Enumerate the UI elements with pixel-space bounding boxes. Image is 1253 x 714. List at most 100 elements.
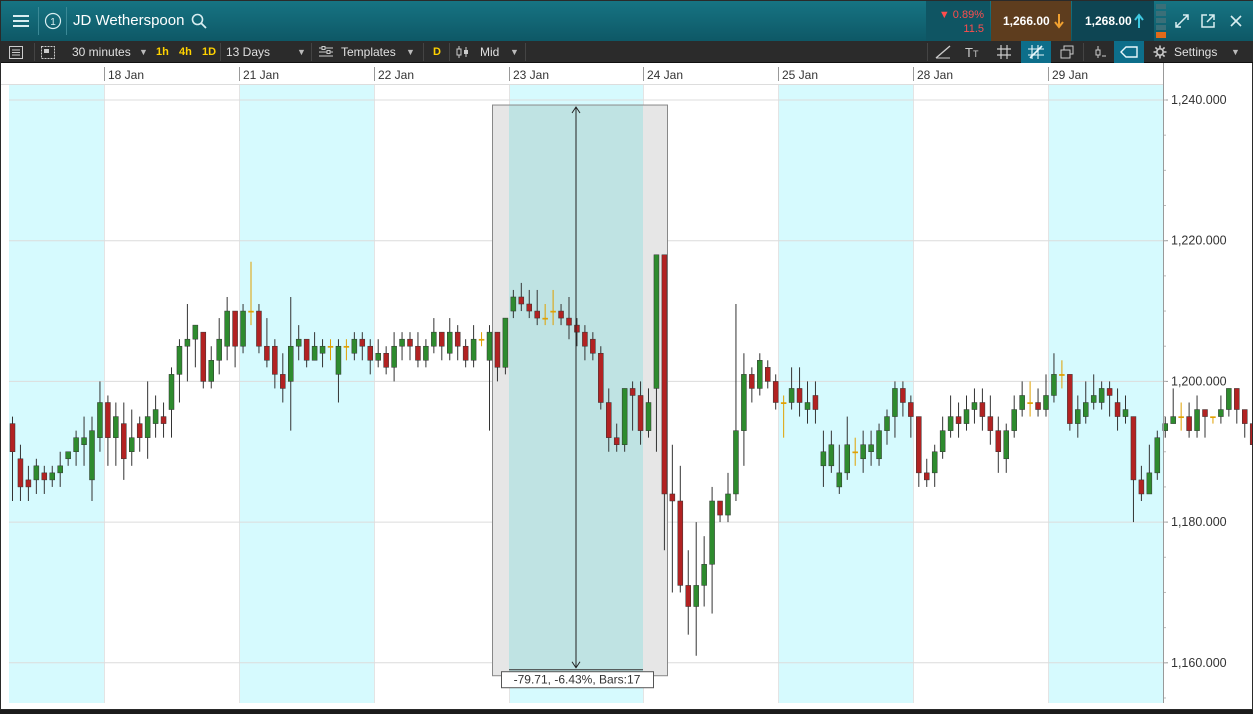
separator <box>34 43 35 61</box>
candle-down <box>796 388 803 403</box>
candle-doji <box>852 451 858 454</box>
candle-down <box>685 585 691 607</box>
candle-type-icon[interactable] <box>456 41 472 63</box>
chevron-down-icon[interactable]: ▼ <box>510 41 519 63</box>
candle-up <box>884 416 890 431</box>
candle-down <box>955 416 962 424</box>
candle-down <box>598 353 604 403</box>
candle-up <box>1043 395 1049 410</box>
candle-up <box>49 472 55 481</box>
candle-down <box>160 416 167 424</box>
draw-line-icon[interactable] <box>932 41 954 63</box>
candle-down <box>637 395 644 431</box>
interval-1d[interactable]: 1D <box>202 41 216 63</box>
candle-up <box>1154 437 1161 474</box>
settings-label: Settings <box>1174 45 1218 59</box>
candle-up <box>192 324 199 340</box>
candle-up <box>1090 395 1097 403</box>
svg-text:T: T <box>965 45 973 59</box>
chevron-down-icon[interactable]: ▼ <box>297 41 306 63</box>
layers-icon[interactable] <box>1056 41 1078 63</box>
candle-doji <box>1059 374 1065 376</box>
candle-up <box>725 493 731 516</box>
candle-down <box>9 423 16 452</box>
candle-down <box>924 472 930 481</box>
candle-down <box>256 310 262 347</box>
candle-up <box>701 564 707 586</box>
instrument-title[interactable]: JD Wetherspoon <box>73 1 184 41</box>
separator <box>220 43 221 61</box>
price-type-dropdown[interactable]: Mid <box>480 41 499 63</box>
x-tick-label: 24 Jan <box>647 68 683 82</box>
sell-button[interactable]: 1,266.00 <box>991 1 1071 41</box>
range-dropdown[interactable]: 13 Days <box>226 41 270 63</box>
popout-icon[interactable] <box>1197 1 1219 41</box>
x-tick-label: 18 Jan <box>108 68 144 82</box>
change-percent: ▼ 0.89% <box>938 9 984 21</box>
gear-icon[interactable] <box>1152 41 1168 63</box>
chevron-down-icon[interactable]: ▼ <box>139 41 148 63</box>
candle-up <box>1051 374 1057 396</box>
title-bar: 1 JD Wetherspoon ▼ 0.89% 11.5 1,266.00 1… <box>1 1 1253 41</box>
candle-up <box>947 416 954 431</box>
candle-up <box>176 345 183 375</box>
candle-up <box>81 437 87 445</box>
candle-up <box>144 416 151 438</box>
candle-up <box>1122 409 1129 417</box>
interval-4h[interactable]: 4h <box>179 41 192 63</box>
d-badge[interactable]: D <box>433 41 441 63</box>
search-icon[interactable] <box>191 13 207 29</box>
interval-dropdown[interactable]: 30 minutes <box>72 41 131 63</box>
candle-doji <box>327 345 334 348</box>
y-tick-label: 1,160.000 <box>1171 656 1227 670</box>
list-icon[interactable] <box>9 41 29 63</box>
expand-icon[interactable] <box>1171 1 1193 41</box>
candle-up <box>486 331 493 361</box>
candle-doji <box>478 338 485 341</box>
candle-up <box>73 437 79 452</box>
candle-up <box>152 409 159 424</box>
candle-up <box>741 374 747 431</box>
indicator-icon[interactable] <box>1089 41 1111 63</box>
candle-doji <box>1027 402 1033 404</box>
candle-down <box>987 416 994 431</box>
close-icon[interactable] <box>1225 1 1247 41</box>
text-tool-icon[interactable]: TT <box>962 41 984 63</box>
candle-up <box>1019 395 1025 410</box>
candle-down <box>383 353 389 368</box>
candle-up <box>351 338 358 354</box>
x-tick-label: 22 Jan <box>378 68 414 82</box>
price-chart[interactable]: -79.71, -6.43%, Bars:17 1,240.000 1,220.0… <box>1 63 1253 709</box>
candle-up <box>844 444 850 474</box>
candle-down <box>717 500 723 516</box>
candle-up <box>1003 430 1009 460</box>
grid-icon[interactable] <box>993 41 1015 63</box>
buy-button[interactable]: 1,268.00 <box>1072 1 1154 41</box>
candle-up <box>1170 416 1176 424</box>
chevron-down-icon[interactable]: ▼ <box>406 41 415 63</box>
candle-down <box>415 345 421 361</box>
chevron-down-icon[interactable]: ▼ <box>1231 41 1240 63</box>
candle-down <box>916 416 922 474</box>
candle-up <box>33 465 40 481</box>
menu-icon[interactable] <box>7 1 35 41</box>
candle-up <box>57 465 63 474</box>
layout-icon[interactable] <box>41 41 61 63</box>
down-arrow-icon <box>1054 14 1064 29</box>
chart-area[interactable]: -79.71, -6.43%, Bars:17 1,240.000 1,220.0… <box>1 63 1253 709</box>
separator <box>1083 43 1084 61</box>
crosshair-icon[interactable] <box>1021 41 1051 63</box>
candle-up <box>1075 409 1081 424</box>
candle-down <box>661 254 668 495</box>
change-absolute: 11.5 <box>963 23 984 35</box>
candle-down <box>1186 416 1192 431</box>
settings-button[interactable]: Settings <box>1174 41 1217 63</box>
circle-1-icon[interactable]: 1 <box>42 1 64 41</box>
session-band <box>9 85 104 703</box>
tag-icon[interactable] <box>1114 41 1144 63</box>
candle-up <box>168 374 175 410</box>
candle-down <box>494 331 501 368</box>
templates-dropdown[interactable]: Templates <box>341 41 396 63</box>
candle-up <box>319 345 326 354</box>
interval-1h[interactable]: 1h <box>156 41 169 63</box>
